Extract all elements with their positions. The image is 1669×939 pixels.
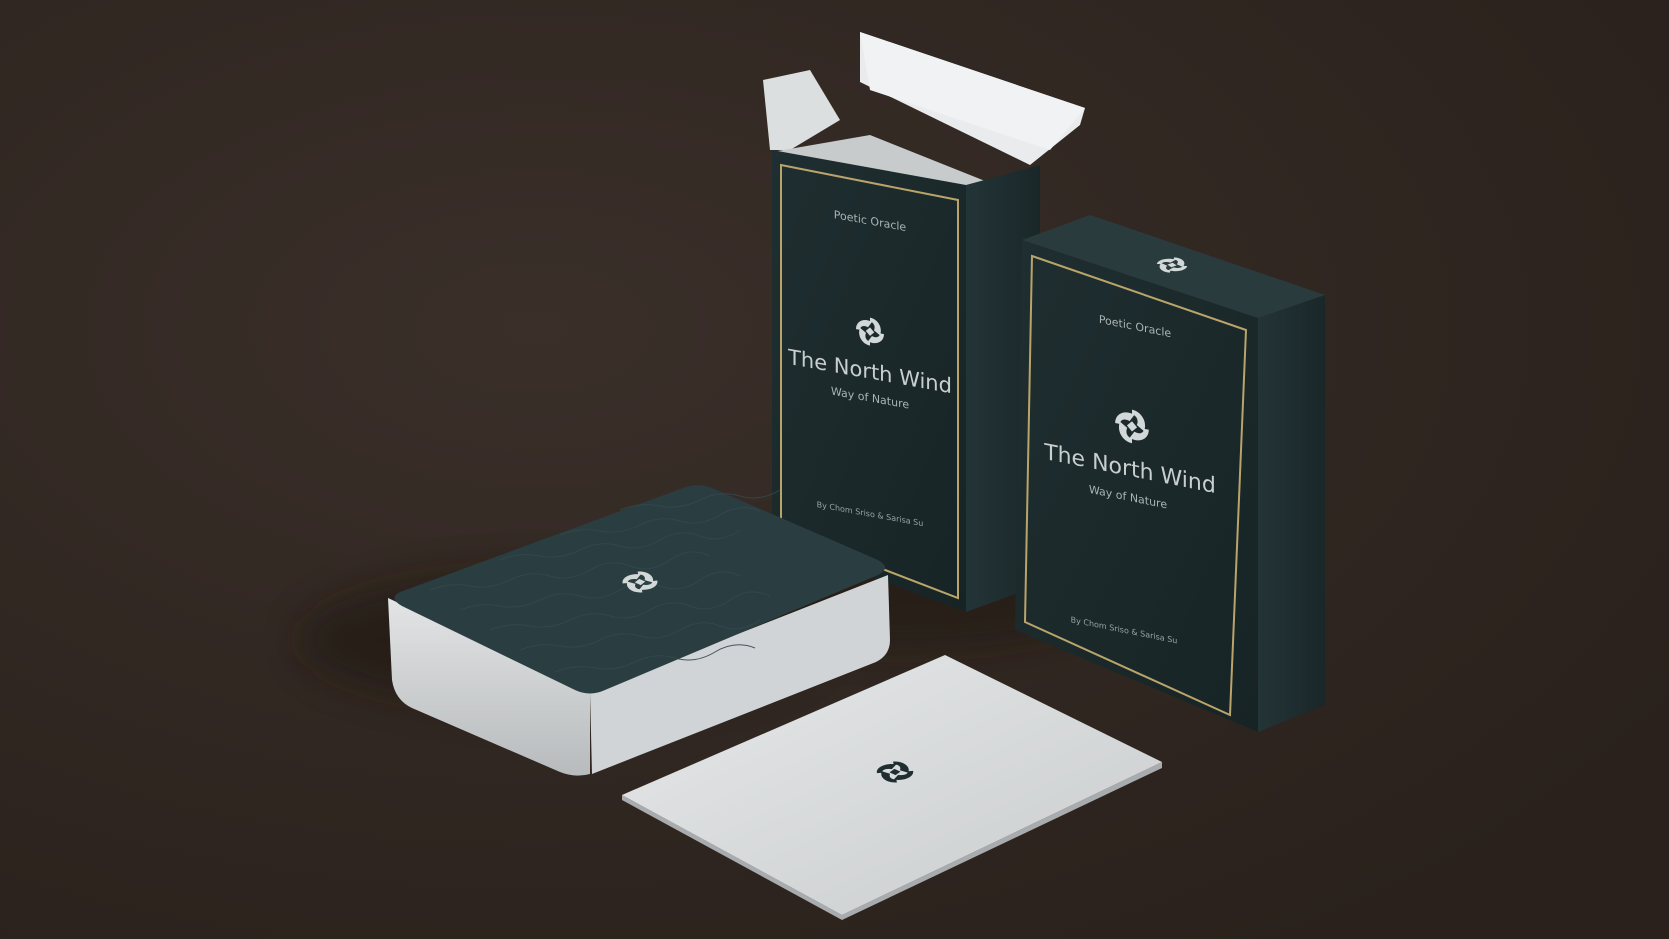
closed-box-side: [1258, 295, 1325, 732]
product-mockup-scene: Poetic Oracle The North Wind Way of Natu…: [0, 0, 1669, 939]
